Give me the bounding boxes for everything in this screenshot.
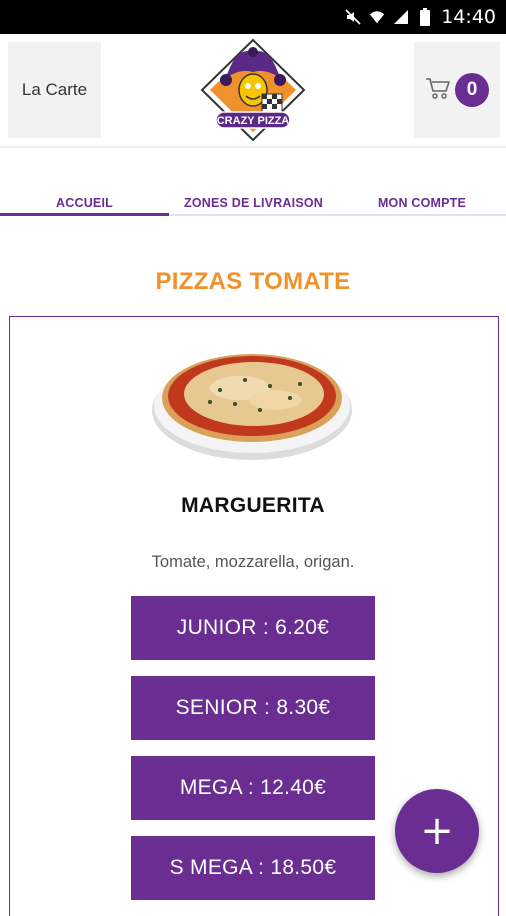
section-title: PIZZAS TOMATE (155, 268, 351, 295)
product-name: MARGUERITA (181, 494, 325, 517)
battery-icon (417, 8, 433, 26)
status-time: 14:40 (441, 6, 496, 28)
cart-count-badge: 0 (455, 73, 489, 107)
pizza-image (150, 340, 355, 466)
wifi-icon (369, 8, 385, 26)
status-bar: 14:40 (0, 0, 506, 34)
price-button-s-mega[interactable]: S MEGA : 18.50€ (131, 836, 375, 900)
header-divider (0, 146, 506, 148)
price-button-mega[interactable]: MEGA : 12.40€ (131, 756, 375, 820)
price-button-junior[interactable]: JUNIOR : 6.20€ (131, 596, 375, 660)
active-tab-indicator (0, 213, 169, 216)
add-fab-button[interactable]: + (395, 789, 479, 873)
price-button-senior[interactable]: SENIOR : 8.30€ (131, 676, 375, 740)
cart-icon (425, 76, 451, 105)
product-description: Tomate, mozzarella, origan. (151, 553, 355, 571)
menu-button[interactable]: La Carte (8, 42, 101, 138)
cart-button[interactable]: 0 (414, 42, 500, 138)
app-header: La Carte CRAZY PIZZA 0 (0, 34, 506, 148)
logo-text: CRAZY PIZZA (217, 115, 290, 127)
signal-icon (393, 8, 409, 26)
crazy-pizza-logo[interactable]: CRAZY PIZZA (196, 38, 310, 142)
mute-icon (345, 8, 361, 26)
